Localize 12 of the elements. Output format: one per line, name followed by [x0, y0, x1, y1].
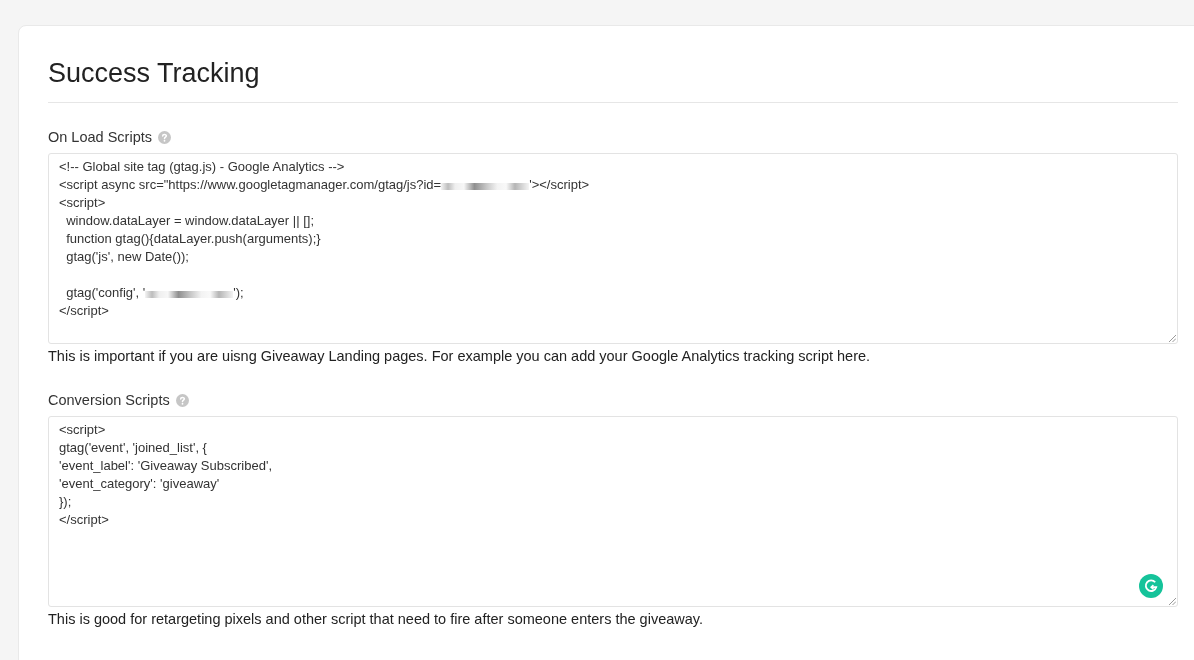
script-textarea[interactable]: <script> gtag('event', 'joined_list', { 'event_label': 'Giveaway Subscribed', 'event_category': 'giveaway' }); </script>	[48, 416, 1178, 607]
script-textarea[interactable]: <!-- Global site tag (gtag.js) - Google Analytics --> <script async src="https://www.googletagmanager.com/gtag/js?id= '></script> <script> window.dataLayer = window.dataLayer || []; function gtag(){dataLayer.push(arguments);} gtag('js', new Date()); gtag('config', ' '); </script>	[48, 153, 1178, 344]
field-label: On Load Scripts	[48, 128, 152, 147]
assistant-badge-icon[interactable]	[1139, 574, 1163, 598]
help-icon[interactable]	[175, 393, 189, 407]
resize-handle-icon[interactable]	[1168, 597, 1176, 605]
help-icon[interactable]	[158, 130, 171, 144]
field-hint: This is important if you are uisng Giveaway Landing pages. For example you can add your Google Analytics tracking script here.	[48, 347, 872, 366]
field-hint: This is good for retargeting pixels and other script that need to fire after someone enters the giveaway.	[48, 610, 704, 629]
field-label: Conversion Scripts	[48, 391, 170, 410]
page-title: Success Tracking	[48, 56, 1178, 103]
resize-handle-icon[interactable]	[1168, 334, 1176, 342]
